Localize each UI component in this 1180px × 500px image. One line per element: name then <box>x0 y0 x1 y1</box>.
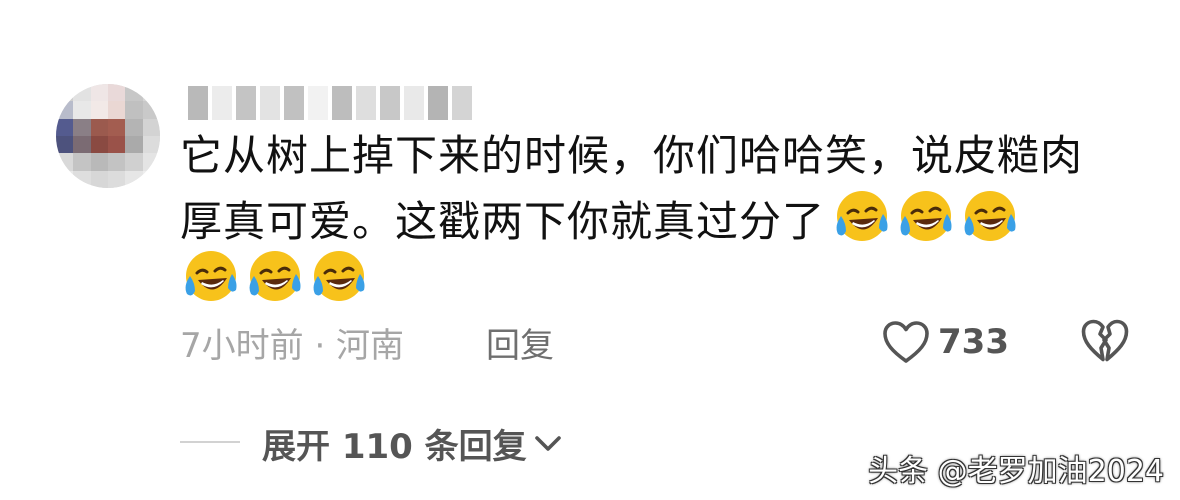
reply-label: 回复 <box>486 325 554 366</box>
comment-meta: 7小时前 · 河南 <box>180 318 404 366</box>
watermark: 头条 @老罗加油2024 <box>868 454 1164 489</box>
laughing-crying-emoji <box>313 251 365 301</box>
like-count: 733 <box>938 322 1009 362</box>
dislike-button[interactable] <box>1080 318 1130 366</box>
username-censored[interactable] <box>188 86 472 120</box>
expand-replies-button[interactable]: 展开 110 条回复 <box>262 418 565 468</box>
comment-body: 它从树上掉下来的时候，你们哈哈笑，说皮糙肉厚真可爱。这戳两下你就真过分了 <box>180 126 1110 252</box>
avatar[interactable] <box>56 84 160 188</box>
heart-icon <box>883 321 929 363</box>
laughing-crying-emoji <box>249 251 301 301</box>
emoji-group-inline <box>831 186 1019 246</box>
laughing-crying-emoji <box>185 251 237 301</box>
reply-button[interactable]: 回复 <box>486 318 554 366</box>
broken-heart-icon <box>1081 319 1129 362</box>
laughing-crying-emoji <box>836 191 888 241</box>
chevron-down-icon <box>534 436 561 451</box>
emoji-group-next-line <box>180 246 368 306</box>
expand-replies-label: 展开 110 条回复 <box>262 426 527 467</box>
like-button[interactable]: 733 <box>882 316 1009 368</box>
time-location: 7小时前 · 河南 <box>180 325 405 366</box>
comment-screen: 它从树上掉下来的时候，你们哈哈笑，说皮糙肉厚真可爱。这戳两下你就真过分了 7小时… <box>0 0 1180 500</box>
expand-divider <box>180 441 240 443</box>
laughing-crying-emoji <box>900 191 952 241</box>
laughing-crying-emoji <box>964 191 1016 241</box>
